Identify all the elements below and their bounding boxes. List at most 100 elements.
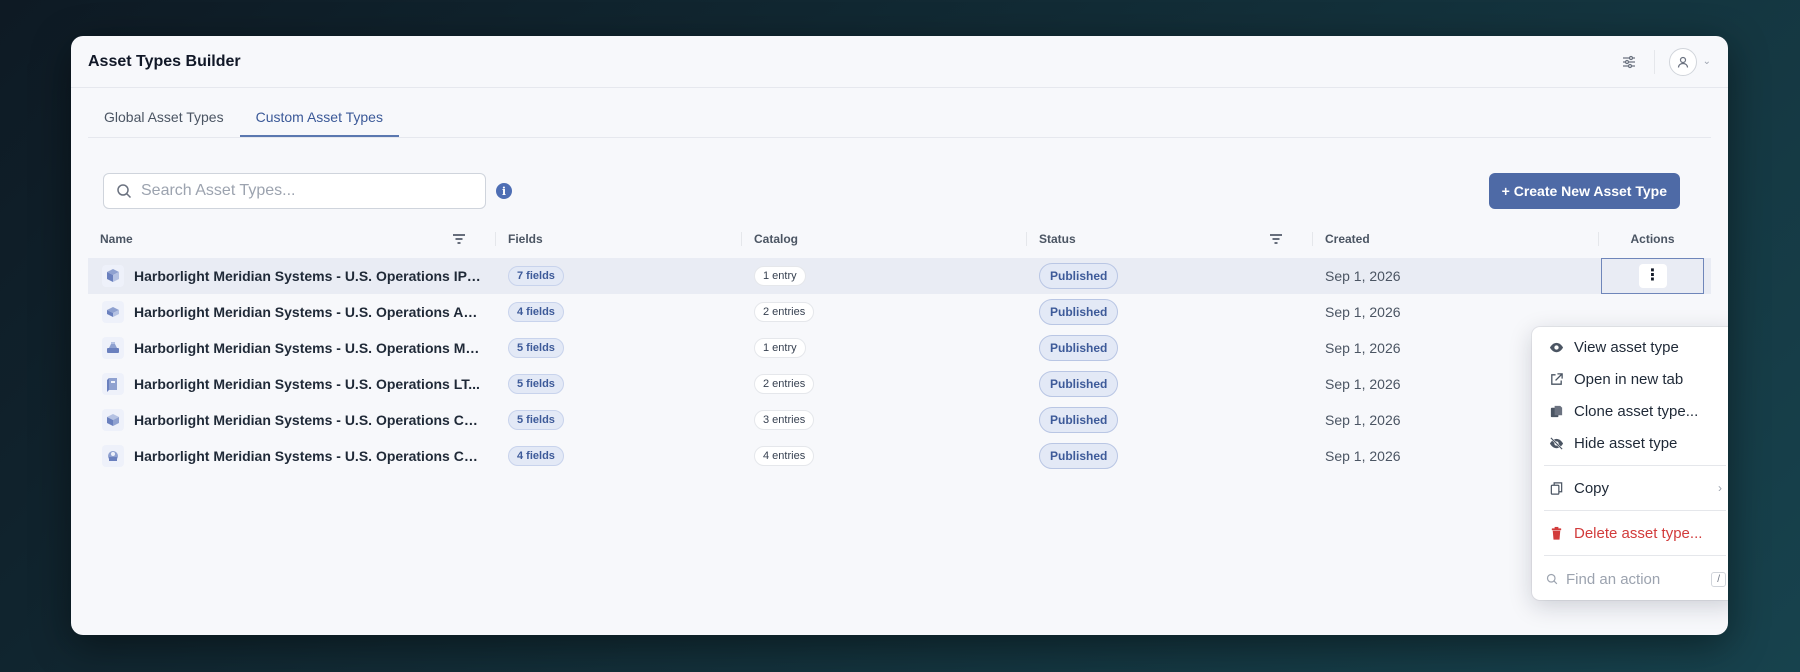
fields-badge: 5 fields xyxy=(508,410,564,430)
asset-name[interactable]: Harborlight Meridian Systems - U.S. Oper… xyxy=(134,268,482,284)
status-badge: Published xyxy=(1039,335,1119,361)
column-header-label: Name xyxy=(100,232,133,246)
asset-type-icon xyxy=(102,265,124,287)
clone-icon xyxy=(1548,403,1564,419)
column-header-name: Name xyxy=(88,220,496,258)
table-row[interactable]: Harborlight Meridian Systems - U.S. Oper… xyxy=(88,402,1711,438)
column-header-label: Catalog xyxy=(754,232,799,246)
catalog-badge: 1 entry xyxy=(754,338,806,358)
catalog-badge: 1 entry xyxy=(754,266,806,286)
created-date: Sep 1, 2026 xyxy=(1325,268,1401,284)
menu-item-copy[interactable]: Copy › xyxy=(1532,472,1728,504)
shortcut-key-badge: / xyxy=(1711,571,1726,587)
search-input[interactable] xyxy=(141,182,473,200)
menu-item-delete-asset-type[interactable]: Delete asset type... xyxy=(1532,517,1728,549)
asset-type-icon xyxy=(102,409,124,431)
filter-icon[interactable] xyxy=(452,233,466,245)
column-header-actions: Actions xyxy=(1599,220,1706,258)
asset-name[interactable]: Harborlight Meridian Systems - U.S. Oper… xyxy=(134,304,482,320)
find-action-field: / xyxy=(1532,562,1728,596)
menu-item-label: Delete asset type... xyxy=(1574,524,1703,542)
create-new-asset-type-button[interactable]: + Create New Asset Type xyxy=(1488,173,1680,209)
column-header-label: Actions xyxy=(1630,232,1675,246)
menu-item-label: Open in new tab xyxy=(1574,370,1684,388)
asset-type-icon xyxy=(102,337,124,359)
filter-icon[interactable] xyxy=(1269,233,1283,245)
menu-item-label: Clone asset type... xyxy=(1574,402,1699,420)
created-date: Sep 1, 2026 xyxy=(1325,304,1401,320)
column-header-fields: Fields xyxy=(496,220,742,258)
chevron-right-icon: › xyxy=(1718,481,1722,495)
info-icon[interactable]: i xyxy=(496,183,512,199)
asset-name[interactable]: Harborlight Meridian Systems - U.S. Oper… xyxy=(134,412,482,428)
table-row[interactable]: Harborlight Meridian Systems - U.S. Oper… xyxy=(88,294,1711,330)
table-row[interactable]: Harborlight Meridian Systems - U.S. Oper… xyxy=(88,258,1711,294)
user-icon xyxy=(1677,56,1688,68)
toolbar: i + Create New Asset Type xyxy=(71,138,1728,220)
asset-name[interactable]: Harborlight Meridian Systems - U.S. Oper… xyxy=(134,448,482,464)
more-actions-button[interactable]: ⋮ xyxy=(1638,264,1667,288)
table-row[interactable]: Harborlight Meridian Systems - U.S. Oper… xyxy=(88,366,1711,402)
row-actions-cell: ⋮ xyxy=(1601,258,1704,294)
menu-item-label: Copy xyxy=(1574,479,1610,497)
tab-custom-asset-types[interactable]: Custom Asset Types xyxy=(239,109,399,137)
eye-off-icon xyxy=(1548,435,1564,451)
search-icon xyxy=(117,184,132,199)
menu-divider xyxy=(1544,510,1726,511)
column-header-label: Created xyxy=(1325,232,1370,246)
asset-name[interactable]: Harborlight Meridian Systems - U.S. Oper… xyxy=(134,376,480,392)
table-row[interactable]: Harborlight Meridian Systems - U.S. Oper… xyxy=(88,438,1711,474)
chevron-down-icon: ⌄ xyxy=(1702,56,1711,67)
trash-icon xyxy=(1548,525,1564,541)
menu-item-label: View asset type xyxy=(1574,338,1679,356)
catalog-badge: 2 entries xyxy=(754,374,815,394)
find-action-input[interactable] xyxy=(1566,570,1704,588)
fields-badge: 7 fields xyxy=(508,266,564,286)
menu-item-hide-asset-type[interactable]: Hide asset type xyxy=(1532,427,1728,459)
catalog-badge: 4 entries xyxy=(754,446,815,466)
app-window: Asset Types Builder ⌄ Global Asset Types xyxy=(71,36,1728,635)
created-date: Sep 1, 2026 xyxy=(1325,448,1401,464)
asset-name[interactable]: Harborlight Meridian Systems - U.S. Oper… xyxy=(134,340,482,356)
app-title: Asset Types Builder xyxy=(88,52,241,70)
asset-type-icon xyxy=(102,301,124,323)
table-header: Name Fields Catalog Status Created Actio… xyxy=(88,220,1711,258)
status-badge: Published xyxy=(1039,443,1119,469)
asset-type-icon xyxy=(102,445,124,467)
menu-item-view-asset-type[interactable]: View asset type xyxy=(1532,331,1728,363)
status-badge: Published xyxy=(1039,371,1119,397)
fields-badge: 4 fields xyxy=(508,446,564,466)
row-actions-menu: View asset type Open in new tab Clone as… xyxy=(1532,327,1728,600)
asset-types-table: Name Fields Catalog Status Created Actio… xyxy=(88,220,1711,474)
status-badge: Published xyxy=(1039,407,1119,433)
toolbar-divider xyxy=(1653,49,1655,74)
status-badge: Published xyxy=(1039,299,1119,325)
table-body: Harborlight Meridian Systems - U.S. Oper… xyxy=(88,258,1711,474)
menu-divider xyxy=(1544,465,1726,466)
menu-divider xyxy=(1544,555,1726,556)
fields-badge: 5 fields xyxy=(508,338,564,358)
menu-item-clone-asset-type[interactable]: Clone asset type... xyxy=(1532,395,1728,427)
fields-badge: 4 fields xyxy=(508,302,564,322)
sliders-icon xyxy=(1622,55,1635,68)
status-badge: Published xyxy=(1039,263,1119,289)
tab-global-asset-types[interactable]: Global Asset Types xyxy=(88,109,240,137)
menu-item-open-in-new-tab[interactable]: Open in new tab xyxy=(1532,363,1728,395)
title-bar: Asset Types Builder ⌄ xyxy=(71,36,1728,88)
table-row[interactable]: Harborlight Meridian Systems - U.S. Oper… xyxy=(88,330,1711,366)
menu-item-label: Hide asset type xyxy=(1574,434,1678,452)
copy-icon xyxy=(1548,480,1564,496)
column-header-status: Status xyxy=(1027,220,1313,258)
kebab-icon: ⋮ xyxy=(1644,267,1661,284)
column-header-label: Fields xyxy=(508,232,543,246)
user-menu-button[interactable]: ⌄ xyxy=(1668,47,1711,76)
catalog-badge: 2 entries xyxy=(754,302,815,322)
search-icon xyxy=(1546,573,1558,585)
created-date: Sep 1, 2026 xyxy=(1325,340,1401,356)
created-date: Sep 1, 2026 xyxy=(1325,376,1401,392)
settings-sliders-button[interactable] xyxy=(1618,51,1640,73)
eye-icon xyxy=(1548,339,1564,355)
avatar xyxy=(1668,47,1697,76)
column-header-created: Created xyxy=(1313,220,1599,258)
created-date: Sep 1, 2026 xyxy=(1325,412,1401,428)
